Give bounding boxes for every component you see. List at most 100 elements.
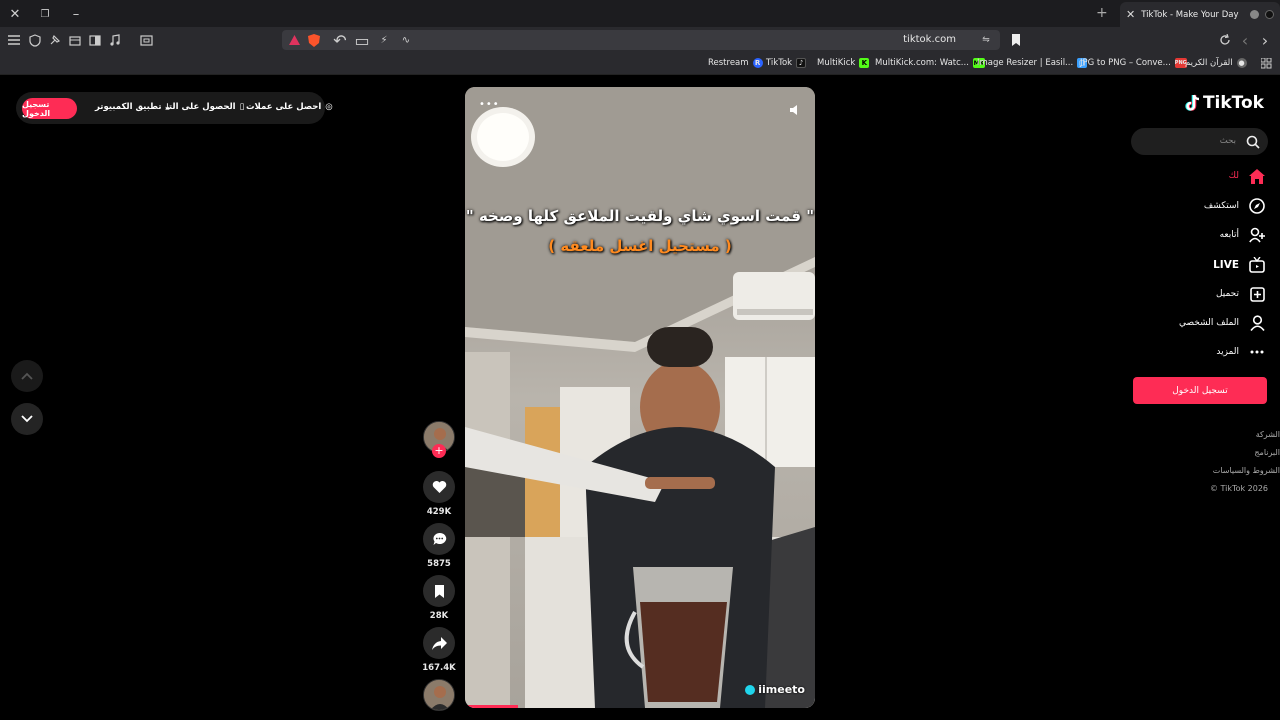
bookmark-multikick-watch[interactable]: MultiKick.com: Watc... MK [875,58,985,68]
url-text[interactable]: tiktok.com [903,34,956,45]
chevron-down-icon [21,415,33,423]
bookmark-label: Image Resizer | Easil... [977,58,1074,68]
profile-icon [1248,314,1266,332]
bookmark-label: MultiKick [817,58,856,68]
window-titlebar: ✕ ❐ – + ✕ TikTok - Make Your Day [0,0,1280,27]
video-player[interactable]: ••• " قمت اسوي شاي ولقيت الملاعق كلها وص… [465,87,815,708]
sidebar-item-for-you[interactable]: لك [1229,166,1266,186]
translate-icon[interactable]: ⚡ [376,32,392,48]
bookmark-label: TikTok [766,58,793,68]
comment-button[interactable] [423,523,455,555]
shield-icon[interactable] [27,32,43,48]
forward-icon[interactable]: › [1257,31,1273,50]
search-placeholder: بحث [1219,136,1236,146]
tiktok-note-icon [1185,94,1200,111]
menu-icon[interactable] [6,32,22,48]
workspace-icon[interactable] [138,32,154,48]
bookmark-jpg-to-png[interactable]: JPG to PNG – Conve... PNG [1080,58,1187,68]
search-icon[interactable] [1246,134,1260,153]
bookmarks-bar: Restream R TikTok ♪ MultiKick K MultiKic… [0,53,1280,75]
tiktok-logo[interactable]: TikTok [1185,93,1264,113]
chevron-up-icon [21,372,33,380]
bookmark-label: Restream [708,58,749,68]
restore-window-icon[interactable]: ❐ [35,4,55,24]
kick-icon: K [859,58,870,68]
logo-text: TikTok [1202,93,1264,113]
save-button[interactable] [423,575,455,607]
footer-terms-link[interactable]: الشروط والسياسات [1213,466,1280,475]
previous-video-button[interactable] [11,360,43,392]
close-window-icon[interactable]: ✕ [5,4,25,24]
verified-icon [745,684,756,695]
bookmark-icon[interactable] [1008,32,1024,48]
video-more-options[interactable]: ••• [479,99,500,110]
sidebar-item-profile[interactable]: الملف الشخصي [1179,313,1266,333]
sound-disc[interactable] [423,679,455,711]
sidebar-login-button[interactable]: تسجيل الدخول [1133,377,1267,404]
undo-icon[interactable]: ↶ [332,31,348,50]
sidebar-item-label: تحميل [1215,289,1239,299]
browser-tab[interactable]: ✕ TikTok - Make Your Day [1120,2,1280,27]
sidebar-toggle-icon[interactable] [87,32,103,48]
tab-close-icon[interactable]: ✕ [1126,8,1135,21]
get-coins-link[interactable]: احصل على عملات ◎ [246,102,333,112]
site-settings-icon[interactable]: ⇋ [978,32,994,48]
bookmark-quran[interactable]: القرآن الكريم ● [1185,58,1247,68]
heart-icon [432,481,446,493]
brave-rewards-icon[interactable] [286,32,302,48]
desktop-app-label: تطبيق الكمبيوتر [95,102,162,112]
new-tab-button[interactable]: + [1096,5,1108,21]
live-icon [1248,256,1266,274]
sidebar-item-live[interactable]: LIVE [1213,255,1266,275]
bookmark-image-resizer[interactable]: Image Resizer | Easil... ▢ [977,58,1088,68]
footer-program-link[interactable]: البرنامج [1254,448,1280,457]
next-video-button[interactable] [11,403,43,435]
sidebar-item-explore[interactable]: استكشف [1204,196,1266,216]
get-app-label: الحصول على التـ [166,102,236,112]
search-input[interactable]: بحث [1131,128,1268,155]
follow-button[interactable]: + [432,444,446,458]
footer-company-link[interactable]: الشركة [1256,430,1280,439]
pin-icon[interactable] [47,32,63,48]
bookmark-multikick[interactable]: MultiKick K [817,58,870,68]
sidebar-item-more[interactable]: المزيد [1216,342,1266,362]
volume-icon[interactable] [789,101,801,120]
music-icon[interactable] [107,32,123,48]
brave-shield-icon[interactable] [306,32,322,48]
share-button[interactable] [423,627,455,659]
follow-icon [1248,226,1266,244]
like-button[interactable] [423,471,455,503]
desktop-app-link[interactable]: تطبيق الكمبيوتر ⤓ [95,102,169,112]
video-frame [465,87,815,708]
bookmarks-overflow-icon[interactable] [1261,58,1272,69]
tiktok-icon: ♪ [796,58,807,68]
back-icon[interactable]: ‹ [1237,31,1253,50]
tab-audio-icon[interactable] [1250,10,1259,19]
watermark-text: iimeeto [758,683,805,696]
top-login-button[interactable]: تسجيل الدخول [22,98,77,119]
tabs-icon[interactable] [67,32,83,48]
sidebar-item-upload[interactable]: تحميل [1216,284,1266,304]
globe-icon: ● [1236,58,1247,68]
bookmark-tiktok[interactable]: TikTok ♪ [766,58,807,68]
comment-count: 5875 [427,559,451,569]
share-count: 167.4K [422,663,456,673]
comment-icon [432,532,446,545]
tiktok-favicon-icon [1265,10,1274,19]
bookmark-restream[interactable]: Restream R [708,58,763,68]
extension-icon[interactable]: ∿ [398,32,414,48]
reload-icon[interactable] [1217,32,1233,48]
compass-icon [1248,197,1266,215]
sidebar-item-label: LIVE [1213,259,1239,271]
home-icon [1248,167,1266,185]
get-app-link[interactable]: الحصول على التـ ▯ [166,102,244,112]
address-bar[interactable]: ↶ ▭ ⚡ ∿ tiktok.com ⇋ [282,30,1000,50]
sidebar-item-following[interactable]: أتابعه [1220,225,1266,245]
footer-copyright: © TikTok 2026 [1210,484,1268,493]
video-progress-bar[interactable] [465,705,518,708]
sidebar-item-label: الملف الشخصي [1179,318,1239,328]
like-count: 429K [426,507,452,517]
minimize-window-icon[interactable]: – [66,4,86,24]
top-action-bar: تسجيل الدخول تطبيق الكمبيوتر ⤓ الحصول عل… [16,92,333,124]
screen-icon[interactable]: ▭ [354,31,370,50]
